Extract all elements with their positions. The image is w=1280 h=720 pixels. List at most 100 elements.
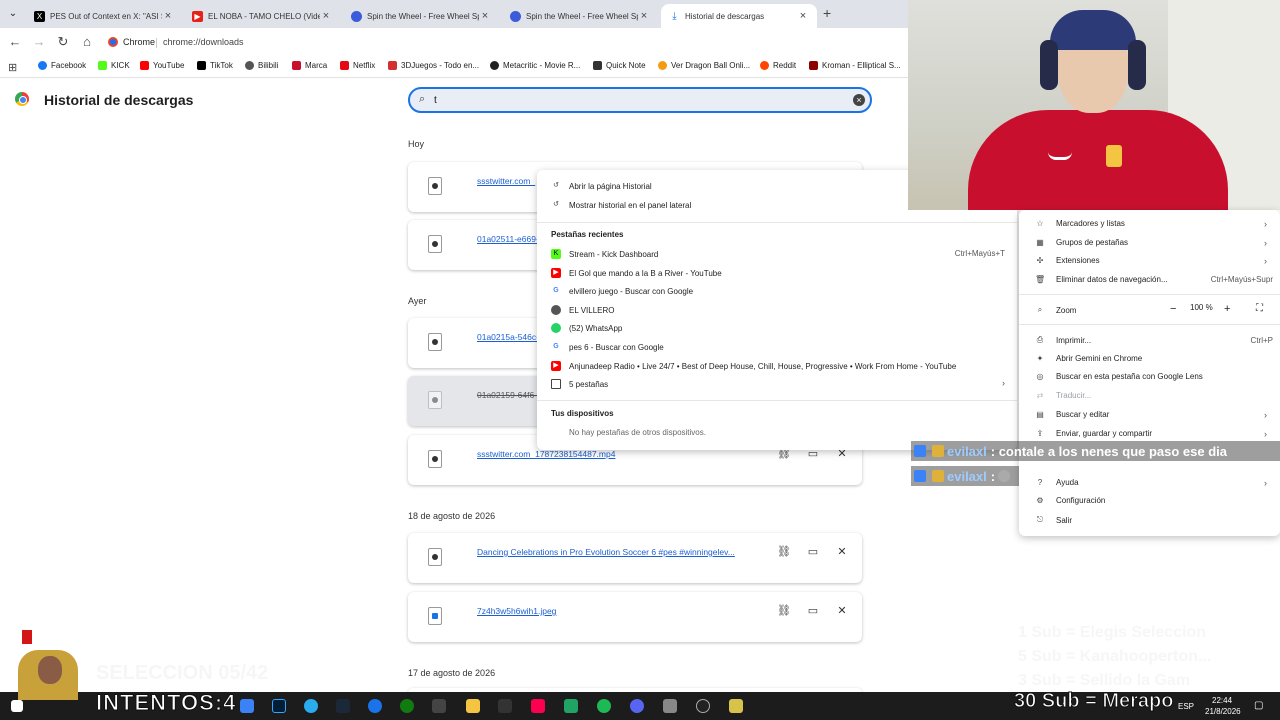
chrome-icon[interactable] bbox=[696, 699, 710, 713]
close-icon[interactable]: × bbox=[162, 10, 174, 22]
language-indicator[interactable]: ESP bbox=[1178, 702, 1194, 711]
bookmark-label: TikTok bbox=[210, 61, 233, 70]
mod-badge-icon bbox=[914, 470, 926, 482]
discord-icon[interactable] bbox=[630, 699, 644, 713]
download-filename-link[interactable]: 01a02511-e669- bbox=[477, 234, 539, 244]
star-icon: ☆ bbox=[1036, 219, 1044, 228]
recent-tab-group-5[interactable]: 5 pestañas bbox=[551, 379, 608, 389]
tiktok-studio-icon[interactable] bbox=[531, 699, 545, 713]
tab-spin-wheel-1[interactable]: Spin the Wheel - Free Wheel Sp × bbox=[343, 4, 499, 28]
clear-search-button[interactable]: × bbox=[853, 94, 865, 106]
close-icon[interactable]: × bbox=[320, 10, 332, 22]
menu-item-clear-data[interactable]: 🗑 Eliminar datos de navegación... Ctrl+May… bbox=[1035, 275, 1273, 284]
remove-icon[interactable]: ✕ bbox=[835, 604, 849, 617]
menu-item-gemini[interactable]: ✦ Abrir Gemini en Chrome bbox=[1035, 354, 1267, 363]
excel-icon[interactable] bbox=[564, 699, 578, 713]
apps-grid-icon[interactable]: ⊞ bbox=[8, 61, 17, 74]
site-chip[interactable]: Chrome bbox=[108, 34, 155, 50]
tab-pes-out-of-context[interactable]: X PES Out of Context en X: "ASI S × bbox=[26, 4, 182, 28]
browser-icon[interactable] bbox=[368, 699, 382, 713]
download-filename-link[interactable]: ssstwitter.com_ bbox=[477, 176, 535, 186]
download-filename-link[interactable]: 7z4h3w5h6wih1.jpeg bbox=[477, 606, 556, 616]
bookmark-netflix[interactable]: Netflix bbox=[340, 61, 375, 70]
edge-icon[interactable] bbox=[240, 699, 254, 713]
menu-item-bookmarks[interactable]: ☆ Marcadores y listas › bbox=[1035, 219, 1267, 229]
new-tab-button[interactable]: + bbox=[823, 5, 831, 21]
menu-item-extensions[interactable]: ✣ Extensiones › bbox=[1035, 256, 1267, 266]
downloads-search-field[interactable]: ⌕ t × bbox=[408, 87, 872, 113]
menu-item-label: El Gol que mando a la B a River - YouTub… bbox=[569, 268, 722, 278]
telegram-icon[interactable] bbox=[304, 699, 318, 713]
recent-tab-youtube-gol[interactable]: ▶ El Gol que mando a la B a River - YouTu… bbox=[551, 268, 722, 278]
tab-downloads[interactable]: ⤓ Historial de descargas × bbox=[661, 4, 817, 28]
folder-icon[interactable]: ▭ bbox=[806, 604, 820, 617]
bookmark-bilibili[interactable]: Bilibili bbox=[245, 61, 278, 70]
recent-tab-anjunadeep[interactable]: ▶ Anjunadeep Radio • Live 24/7 • Best of … bbox=[551, 361, 956, 371]
reload-button[interactable]: ↻ bbox=[55, 34, 71, 50]
recent-tab-google-elvillero[interactable]: Gelvillero juego - Buscar con Google bbox=[551, 286, 693, 296]
recent-tab-whatsapp[interactable]: (52) WhatsApp bbox=[551, 323, 622, 333]
menu-item-help[interactable]: ? Ayuda › bbox=[1035, 478, 1267, 488]
photoshop-icon[interactable] bbox=[272, 699, 286, 713]
recent-tab-el-villero[interactable]: EL VILLERO bbox=[551, 305, 615, 315]
bookmark-facebook[interactable]: Facebook bbox=[38, 61, 86, 70]
close-icon[interactable]: × bbox=[638, 10, 650, 22]
bookmark-youtube[interactable]: YouTube bbox=[140, 61, 184, 70]
bookmark-dragon-ball[interactable]: Ver Dragon Ball Onli... bbox=[658, 61, 750, 70]
remove-icon[interactable]: ✕ bbox=[835, 545, 849, 558]
menu-item-find-edit[interactable]: ▤ Buscar y editar › bbox=[1035, 410, 1267, 420]
download-filename-link[interactable]: ssstwitter.com_1787238154487.mp4 bbox=[477, 449, 615, 459]
close-icon[interactable]: × bbox=[797, 10, 809, 22]
download-filename-link[interactable]: 01a0215a-546c- bbox=[477, 332, 539, 342]
bookmark-marca[interactable]: Marca bbox=[292, 61, 327, 70]
bookmark-kick[interactable]: KICK bbox=[98, 61, 130, 70]
menu-item-tab-groups[interactable]: ▦ Grupos de pestañas › bbox=[1035, 238, 1267, 248]
back-button[interactable]: ← bbox=[7, 34, 23, 50]
fullscreen-icon[interactable]: ⛶ bbox=[1256, 303, 1263, 314]
forward-button[interactable]: → bbox=[31, 34, 47, 50]
game-icon[interactable] bbox=[729, 699, 743, 713]
tab-el-noba[interactable]: ▶ EL NOBA - TAMO CHELO (Vide × bbox=[184, 4, 340, 28]
menu-item-side-panel-history[interactable]: ↺ Mostrar historial en el panel lateral bbox=[551, 200, 691, 210]
recent-tab-kick-dashboard[interactable]: K Stream - Kick Dashboard bbox=[551, 249, 658, 259]
tab-title: PES Out of Context en X: "ASI S bbox=[50, 11, 162, 21]
notification-icon[interactable]: ▢ bbox=[1254, 700, 1263, 711]
zoom-in-button[interactable]: + bbox=[1224, 303, 1230, 315]
tab-spin-wheel-2[interactable]: Spin the Wheel - Free Wheel Sp × bbox=[502, 4, 658, 28]
menu-item-share[interactable]: ⇪ Enviar, guardar y compartir › bbox=[1035, 429, 1267, 439]
copy-link-icon[interactable]: ⛓ bbox=[777, 545, 791, 558]
download-filename-link[interactable]: Dancing Celebrations in Pro Evolution So… bbox=[477, 547, 735, 557]
menu-item-print[interactable]: ⎙ Imprimir... Ctrl+P bbox=[1035, 335, 1273, 345]
copy-link-icon[interactable]: ⛓ bbox=[777, 604, 791, 617]
shortcut-clear-data: Ctrl+Mayús+Supr bbox=[1210, 275, 1273, 284]
home-button[interactable]: ⌂ bbox=[79, 34, 95, 50]
steam-icon[interactable] bbox=[336, 699, 350, 713]
notepad-icon[interactable] bbox=[663, 699, 677, 713]
obs-icon[interactable] bbox=[498, 699, 512, 713]
address-bar[interactable]: chrome://downloads bbox=[163, 37, 244, 47]
menu-item-settings[interactable]: ⚙ Configuración bbox=[1035, 496, 1267, 505]
spotify-icon[interactable] bbox=[597, 699, 611, 713]
bookmark-metacritic[interactable]: Metacritic - Movie R... bbox=[490, 61, 580, 70]
menu-item-google-lens[interactable]: ◎ Buscar en esta pestaña con Google Lens bbox=[1035, 372, 1267, 381]
folder-icon[interactable]: ▭ bbox=[806, 545, 820, 558]
recent-tab-google-pes6[interactable]: Gpes 6 - Buscar con Google bbox=[551, 342, 663, 352]
clock-time[interactable]: 22:44 bbox=[1212, 696, 1232, 705]
tab-search-dropdown[interactable]: ⌄ bbox=[4, 5, 22, 23]
app-icon[interactable] bbox=[432, 699, 446, 713]
clock-date[interactable]: 21/8/2026 bbox=[1205, 707, 1241, 716]
windows-start-icon[interactable] bbox=[11, 700, 23, 712]
search-input[interactable]: t bbox=[434, 95, 437, 106]
menu-item-exit[interactable]: ⎋ Salir bbox=[1035, 515, 1267, 525]
bookmark-reddit[interactable]: Reddit bbox=[760, 61, 796, 70]
bookmark-tiktok[interactable]: TikTok bbox=[197, 61, 233, 70]
xbox-icon[interactable] bbox=[400, 699, 414, 713]
menu-item-open-history[interactable]: ↺ Abrir la página Historial bbox=[551, 181, 652, 191]
close-icon[interactable]: × bbox=[479, 10, 491, 22]
bookmark-quick-note[interactable]: Quick Note bbox=[593, 61, 646, 70]
zoom-out-button[interactable]: − bbox=[1170, 303, 1176, 315]
bookmark-3djuegos[interactable]: 3DJuegos - Todo en... bbox=[388, 61, 479, 70]
bookmark-kroman[interactable]: Kroman - Elliptical S... bbox=[809, 61, 901, 70]
kick-icon bbox=[98, 61, 107, 70]
folder-icon[interactable] bbox=[466, 699, 480, 713]
